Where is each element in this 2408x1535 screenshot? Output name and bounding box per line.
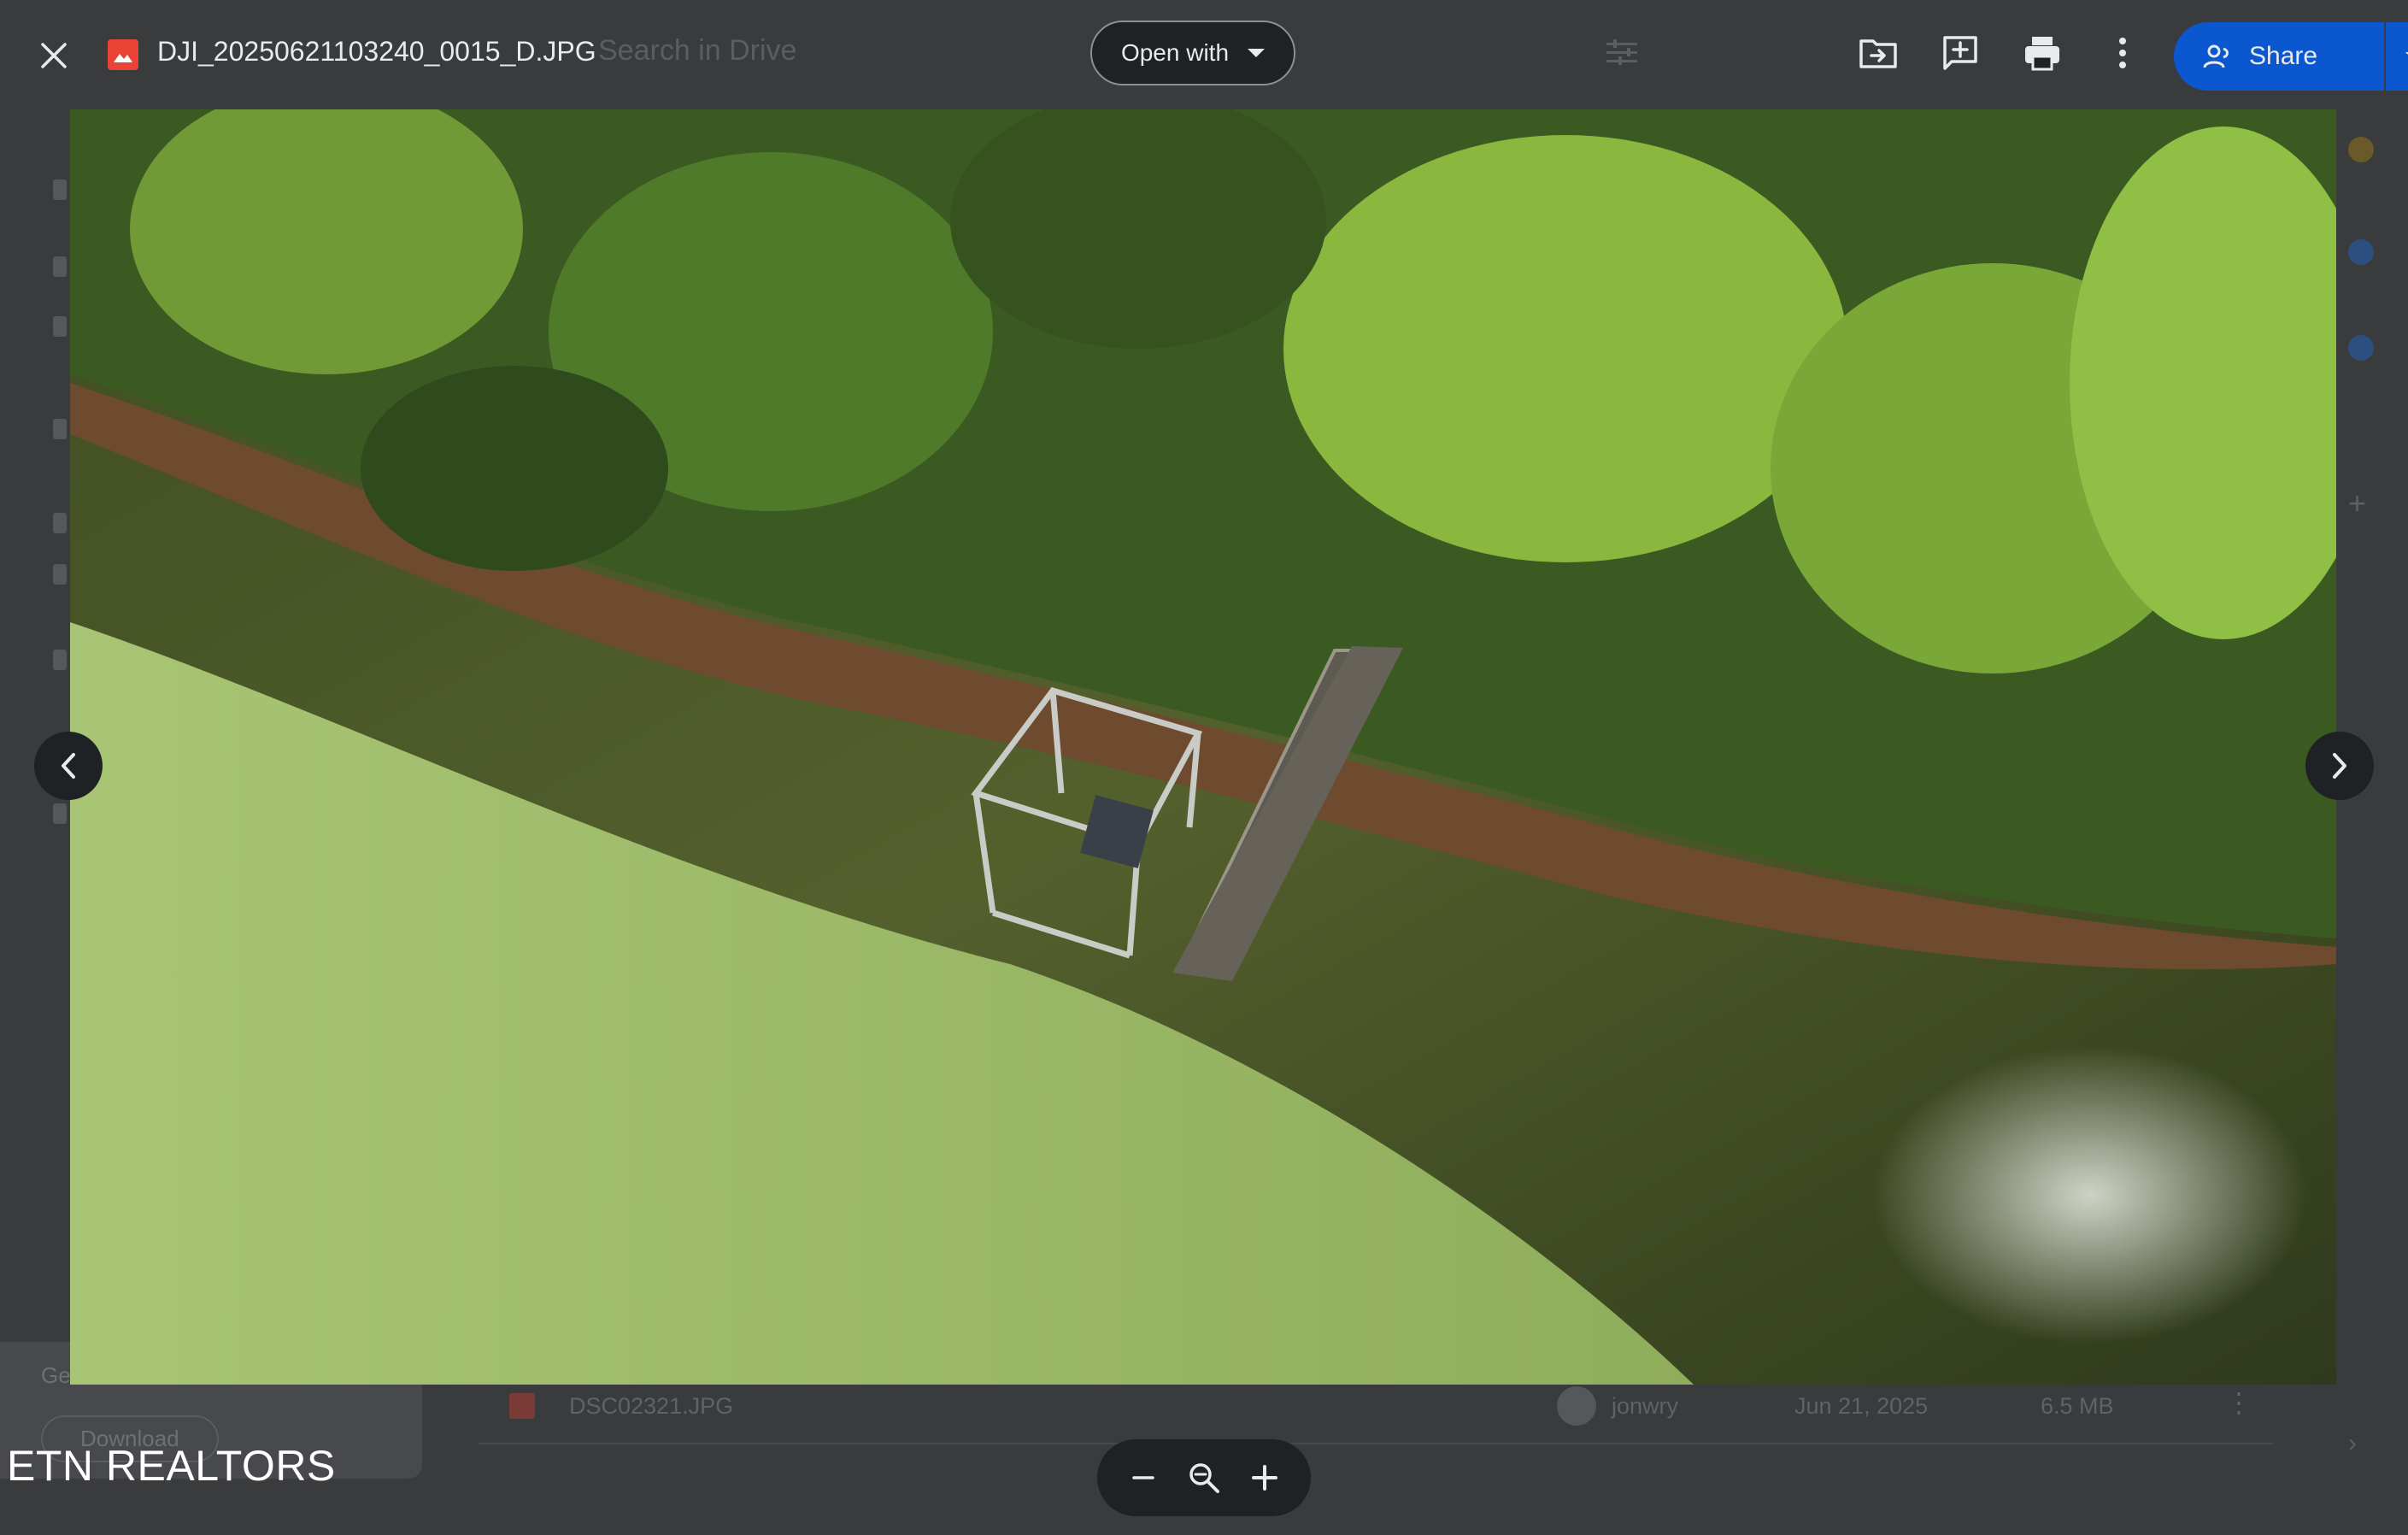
zoom-in-button[interactable] — [1239, 1452, 1290, 1503]
chevron-down-icon — [1248, 49, 1266, 57]
previous-file-button[interactable] — [34, 732, 103, 800]
zoom-control — [1097, 1439, 1311, 1516]
file-name: DJI_20250621103240_0015_D.JPG — [157, 36, 596, 67]
plus-icon — [1252, 1465, 1278, 1491]
more-options-button[interactable] — [2106, 31, 2140, 75]
file-row-owner: jonwry — [1612, 1393, 1679, 1419]
aerial-lake-photo — [70, 109, 2336, 1385]
add-comment-icon — [1943, 36, 1977, 70]
share-button[interactable]: Share — [2174, 22, 2384, 91]
move-to-folder-button[interactable] — [1856, 31, 1900, 75]
watermark-text: ETN REALTORS — [7, 1442, 336, 1490]
close-icon — [41, 43, 67, 68]
file-row-date: Jun 21, 2025 — [1794, 1393, 1929, 1419]
share-label: Share — [2249, 42, 2318, 70]
share-options-dropdown[interactable] — [2386, 22, 2408, 91]
zoom-reset-button[interactable] — [1178, 1452, 1230, 1503]
avatar — [1557, 1386, 1596, 1426]
drive-sidebar-fragment — [0, 103, 72, 957]
chevron-right-icon: › — [2348, 1429, 2357, 1457]
print-button[interactable] — [2020, 31, 2064, 75]
chevron-right-icon — [2333, 753, 2346, 779]
more-vert-icon — [2119, 38, 2126, 68]
print-icon — [2025, 37, 2059, 71]
image-preview — [70, 109, 2336, 1385]
file-row-size: 6.5 MB — [2041, 1393, 2114, 1419]
viewer-toolbar: DJI_20250621103240_0015_D.JPG Open with — [0, 0, 2408, 109]
minus-icon — [1131, 1476, 1154, 1479]
add-comment-button[interactable] — [1938, 31, 1982, 75]
more-vert-icon: ⋮ — [2225, 1387, 2252, 1418]
next-file-button[interactable] — [2305, 732, 2374, 800]
person-add-icon — [2203, 44, 2229, 68]
open-with-button[interactable]: Open with — [1090, 21, 1295, 85]
file-row: DSC02321.JPG jonwry Jun 21, 2025 6.5 MB … — [479, 1386, 2273, 1444]
move-to-folder-icon — [1859, 39, 1897, 68]
chevron-left-icon — [62, 753, 75, 779]
open-with-label: Open with — [1120, 39, 1230, 66]
image-file-icon — [108, 39, 138, 70]
close-button[interactable] — [26, 27, 82, 84]
zoom-out-button[interactable] — [1118, 1452, 1169, 1503]
magnifier-icon — [1189, 1463, 1219, 1493]
image-file-icon — [509, 1393, 535, 1419]
file-row-name: DSC02321.JPG — [569, 1393, 734, 1419]
